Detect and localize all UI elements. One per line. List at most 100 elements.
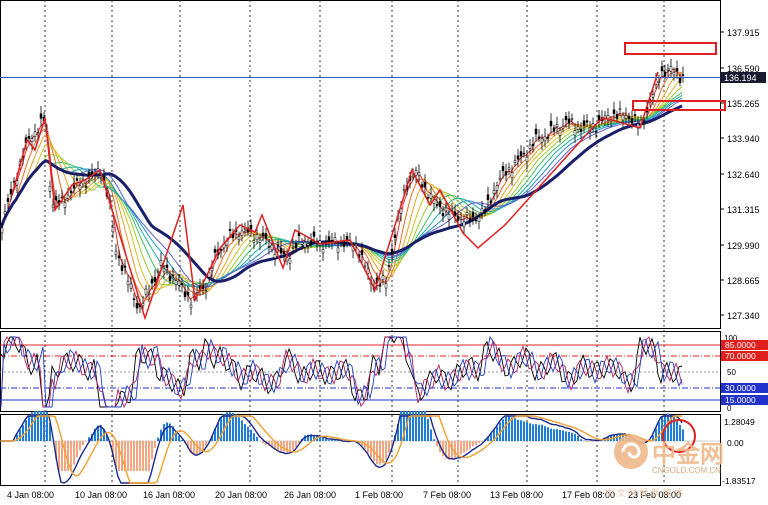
- macd-histogram-bar: [76, 441, 78, 458]
- macd-histogram-bar: [577, 435, 579, 441]
- macd-histogram-bar: [496, 426, 498, 441]
- candle-body: [498, 177, 502, 180]
- candle-body: [327, 236, 331, 242]
- macd-histogram-bar: [241, 420, 243, 441]
- macd-histogram-bar: [22, 425, 24, 441]
- candle-body: [333, 237, 337, 242]
- rsi-level-label: 70.0000: [725, 351, 756, 361]
- candle-body: [516, 155, 520, 160]
- candle-body: [672, 71, 676, 76]
- candle-body: [312, 231, 316, 237]
- candle-body: [597, 115, 601, 121]
- candle-body: [78, 185, 82, 190]
- macd-histogram-bar: [523, 421, 525, 441]
- macd-histogram-bar: [511, 417, 513, 441]
- macd-histogram-bar: [571, 432, 573, 441]
- candle-body: [384, 283, 388, 289]
- candle-body: [288, 258, 292, 264]
- candle-body: [594, 131, 598, 133]
- candle-body: [156, 271, 160, 273]
- candle-body: [378, 284, 382, 287]
- price-axis-label: 131.315: [727, 205, 760, 215]
- macd-histogram-bar: [568, 431, 570, 441]
- candle-body: [165, 264, 169, 268]
- macd-histogram-bar: [139, 441, 141, 471]
- macd-histogram-bar: [574, 434, 576, 441]
- candle-body: [411, 175, 415, 178]
- candle-body: [210, 268, 214, 272]
- candle-body: [492, 190, 496, 194]
- macd-histogram-bar: [658, 422, 660, 441]
- candle-body: [39, 113, 43, 119]
- candle-body: [153, 277, 157, 282]
- macd-histogram-bar: [463, 441, 465, 453]
- macd-histogram-bar: [529, 423, 531, 441]
- candle-body: [486, 194, 490, 200]
- macd-histogram-bar: [454, 441, 456, 458]
- macd-axis-bottom: -1.83517: [722, 476, 756, 486]
- macd-histogram-bar: [67, 441, 69, 471]
- macd-histogram-bar: [541, 424, 543, 441]
- macd-histogram-bar: [526, 422, 528, 441]
- candle-body: [261, 232, 265, 237]
- time-axis-label: 7 Feb 08:00: [423, 490, 471, 500]
- candle-body: [51, 204, 55, 208]
- macd-histogram-bar: [469, 441, 471, 449]
- candle-body: [84, 186, 88, 188]
- macd-histogram-bar: [178, 435, 180, 441]
- candle-body: [510, 172, 514, 178]
- candle-body: [549, 120, 553, 127]
- candle-body: [543, 136, 547, 142]
- macd-axis-zero: 0.00: [727, 438, 744, 448]
- macd-histogram-bar: [19, 429, 21, 441]
- candle-body: [414, 170, 418, 176]
- macd-histogram-bar: [505, 416, 507, 441]
- candle-body: [579, 129, 583, 132]
- macd-histogram-bar: [559, 430, 561, 441]
- candle-body: [111, 226, 115, 233]
- candle-body: [546, 137, 550, 139]
- current-price-tag[interactable]: 136.194: [720, 72, 766, 83]
- macd-histogram-bar: [580, 439, 582, 441]
- candle-body: [522, 152, 526, 155]
- macd-histogram-bar: [682, 429, 684, 441]
- candle-body: [114, 250, 118, 255]
- candle-body: [279, 247, 283, 254]
- candle-body: [183, 291, 187, 297]
- macd-histogram-bar: [142, 441, 144, 471]
- candle-body: [354, 243, 358, 246]
- candle-body: [642, 120, 646, 123]
- macd-histogram-bar: [379, 441, 381, 465]
- candle-body: [150, 278, 154, 284]
- time-axis-label: 20 Jan 08:00: [215, 490, 267, 500]
- candle-body: [660, 66, 664, 72]
- rsi-axis-mid: 50: [727, 368, 736, 377]
- macd-histogram-bar: [565, 431, 567, 441]
- macd-histogram-bar: [151, 441, 153, 460]
- candle-body: [495, 185, 499, 191]
- candle-body: [180, 283, 184, 285]
- candle-body: [423, 182, 427, 188]
- candle-body: [63, 202, 67, 208]
- macd-histogram-bar: [427, 418, 429, 441]
- candle-body: [273, 254, 277, 259]
- candle-body: [447, 214, 451, 220]
- candle-body: [681, 74, 685, 76]
- candle-body: [162, 268, 166, 273]
- candle-body: [252, 240, 256, 243]
- macd-histogram-bar: [295, 441, 297, 448]
- time-axis-label: 1 Feb 08:00: [355, 490, 403, 500]
- current-price-label: 136.194: [724, 73, 757, 83]
- candle-body: [618, 108, 622, 110]
- macd-histogram-bar: [82, 441, 84, 446]
- candle-body: [75, 178, 79, 181]
- candle-body: [255, 234, 259, 241]
- macd-histogram-bar: [154, 441, 156, 448]
- candle-body: [615, 113, 619, 119]
- candle-body: [54, 196, 58, 201]
- candle-body: [228, 229, 232, 231]
- macd-histogram-bar: [538, 424, 540, 441]
- candle-body: [567, 118, 571, 124]
- candle-body: [633, 114, 637, 117]
- candle-body: [276, 244, 280, 247]
